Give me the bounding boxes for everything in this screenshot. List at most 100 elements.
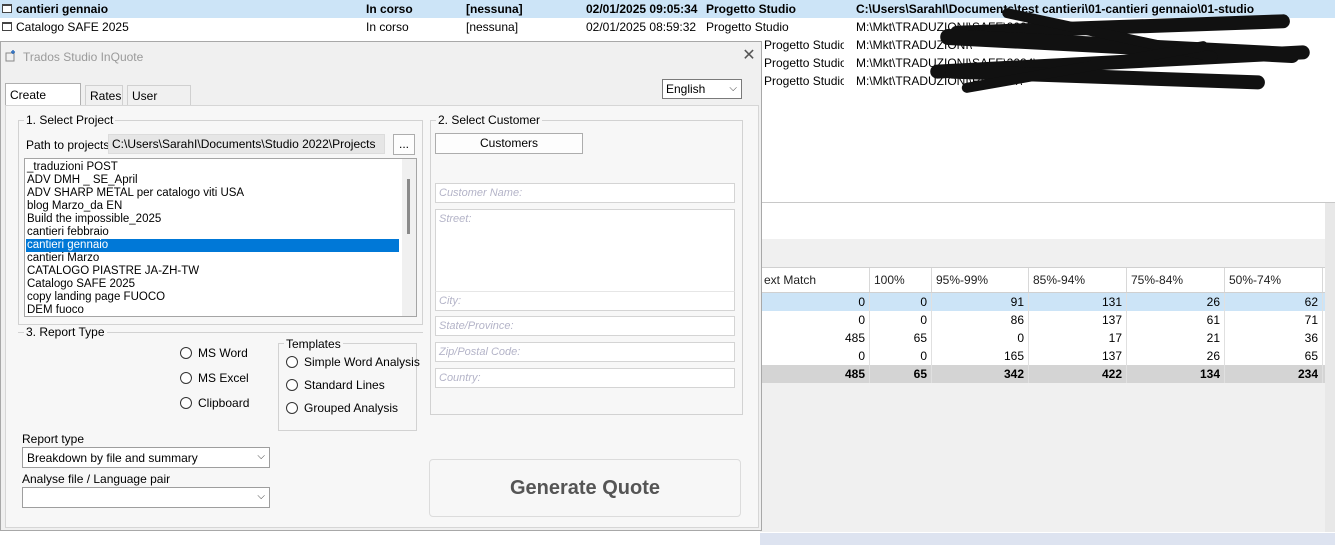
- grid-horizontal-scrollbar[interactable]: [760, 533, 1335, 545]
- dialog-titlebar[interactable]: Trados Studio InQuote ✕: [1, 42, 761, 72]
- project-status: In corso: [366, 2, 413, 16]
- street-placeholder: Street:: [439, 213, 472, 225]
- grid-header-cell[interactable]: 50%-74%: [1225, 268, 1323, 292]
- grid-cell: 26: [1127, 347, 1225, 365]
- grid-header: ext Match 100% 95%-99% 85%-94% 75%-84% 5…: [760, 267, 1335, 293]
- grid-cell: 0: [870, 293, 932, 311]
- standard-lines-label: Standard Lines: [304, 378, 385, 392]
- path-label: Path to projects:: [26, 138, 113, 152]
- city-field[interactable]: City:: [435, 291, 735, 311]
- grid-cell: 65: [870, 329, 932, 347]
- grid-cell: 485: [760, 365, 870, 383]
- project-list-item[interactable]: copy landing page FUOCO: [26, 291, 399, 304]
- country-field[interactable]: Country:: [435, 368, 735, 388]
- grid-row[interactable]: 0 0 86 137 61 71: [760, 311, 1335, 329]
- dialog-title: Trados Studio InQuote: [23, 50, 144, 64]
- grid-cell: 61: [1127, 311, 1225, 329]
- grid-cell: 91: [932, 293, 1029, 311]
- project-list-item[interactable]: ADV DMH _ SE_April: [26, 174, 399, 187]
- tab-user-details[interactable]: User Details: [127, 85, 191, 123]
- grid-cell: 71: [1225, 311, 1323, 329]
- simple-word-analysis-radio[interactable]: [286, 356, 298, 368]
- tab-create-quote[interactable]: Create Quote: [5, 83, 81, 124]
- inquote-dialog: Trados Studio InQuote ✕ English ⌵ Create…: [0, 41, 762, 531]
- browse-button[interactable]: ...: [393, 134, 415, 155]
- language-select[interactable]: English ⌵: [662, 79, 742, 99]
- project-list-item[interactable]: cantieri febbraio: [26, 226, 399, 239]
- grid-row[interactable]: 485 65 0 17 21 36: [760, 329, 1335, 347]
- city-placeholder: City:: [439, 295, 461, 307]
- grid-header-cell[interactable]: 95%-99%: [932, 268, 1029, 292]
- grid-cell: 65: [870, 365, 932, 383]
- state-placeholder: State/Province:: [439, 320, 514, 332]
- report-type-label: Report type: [22, 432, 85, 446]
- project-list-item[interactable]: cantieri Marzo: [26, 252, 399, 265]
- project-client: [nessuna]: [466, 20, 519, 34]
- grid-cell: 422: [1029, 365, 1127, 383]
- zip-field[interactable]: Zip/Postal Code:: [435, 342, 735, 362]
- report-type-select[interactable]: Breakdown by file and summary ⌵: [22, 447, 270, 468]
- project-list-item[interactable]: CATALOGO PIASTRE JA-ZH-TW: [26, 265, 399, 278]
- grid-cell: 26: [1127, 293, 1225, 311]
- project-row[interactable]: cantieri gennaio In corso [nessuna] 02/0…: [0, 0, 1335, 18]
- generate-quote-button[interactable]: Generate Quote: [429, 459, 741, 517]
- grid-cell: 234: [1225, 365, 1323, 383]
- analysis-grid: ext Match 100% 95%-99% 85%-94% 75%-84% 5…: [760, 202, 1335, 545]
- project-status: In corso: [366, 20, 409, 34]
- project-list-item[interactable]: Catalogo SAFE 2025: [26, 278, 399, 291]
- zip-placeholder: Zip/Postal Code:: [439, 346, 521, 358]
- grid-cell: 65: [1225, 347, 1323, 365]
- clipboard-radio[interactable]: [180, 397, 192, 409]
- grid-cell: 137: [1029, 347, 1127, 365]
- grid-cell: 165: [932, 347, 1029, 365]
- analyse-file-select[interactable]: ⌵: [22, 487, 270, 508]
- report-type-heading: 3. Report Type: [24, 325, 107, 339]
- project-list-item[interactable]: Build the impossible_2025: [26, 213, 399, 226]
- project-client: [nessuna]: [466, 2, 523, 16]
- project-list-item[interactable]: DEM fuoco: [26, 304, 399, 316]
- path-input[interactable]: C:\Users\SarahI\Documents\Studio 2022\Pr…: [108, 134, 385, 154]
- project-file-icon: [2, 22, 12, 31]
- grid-row[interactable]: 0 0 165 137 26 65: [760, 347, 1335, 365]
- grid-cell: 62: [1225, 293, 1323, 311]
- grid-cell: 17: [1029, 329, 1127, 347]
- close-icon[interactable]: ✕: [739, 46, 759, 66]
- grouped-analysis-radio[interactable]: [286, 402, 298, 414]
- customer-name-placeholder: Customer Name:: [439, 187, 523, 199]
- grid-header-cell[interactable]: ext Match: [760, 268, 870, 292]
- grid-cell: 134: [1127, 365, 1225, 383]
- ms-excel-radio[interactable]: [180, 372, 192, 384]
- grid-cell: 137: [1029, 311, 1127, 329]
- grid-cell: 21: [1127, 329, 1225, 347]
- state-field[interactable]: State/Province:: [435, 316, 735, 336]
- grid-header-cell[interactable]: 100%: [870, 268, 932, 292]
- grid-total-row[interactable]: 485 65 342 422 134 234: [760, 365, 1335, 383]
- grid-row[interactable]: 0 0 91 131 26 62: [760, 293, 1335, 311]
- grid-cell: 0: [870, 347, 932, 365]
- language-value: English: [666, 82, 706, 96]
- customer-name-field[interactable]: Customer Name:: [435, 183, 735, 203]
- grid-cell: 0: [760, 311, 870, 329]
- project-list-item[interactable]: cantieri gennaio: [26, 239, 399, 252]
- grid-cell: 131: [1029, 293, 1127, 311]
- grid-cell: 342: [932, 365, 1029, 383]
- project-list-item[interactable]: ADV SHARP METAL per catalogo viti USA: [26, 187, 399, 200]
- customers-button[interactable]: Customers: [435, 133, 583, 154]
- listbox-scrollbar[interactable]: [402, 159, 416, 316]
- grid-header-cell[interactable]: 75%-84%: [1127, 268, 1225, 292]
- project-type: Progetto Studio: [764, 74, 844, 88]
- ms-word-label: MS Word: [198, 346, 248, 360]
- project-list-item[interactable]: _traduzioni POST: [26, 161, 399, 174]
- project-list-item[interactable]: blog Marzo_da EN: [26, 200, 399, 213]
- project-listbox[interactable]: _traduzioni POST ADV DMH _ SE_April ADV SH…: [24, 158, 417, 317]
- chevron-down-icon: ⌵: [257, 451, 265, 462]
- grid-cell: 86: [932, 311, 1029, 329]
- grid-scrollbar[interactable]: [1325, 203, 1335, 532]
- ms-word-radio[interactable]: [180, 347, 192, 359]
- standard-lines-radio[interactable]: [286, 379, 298, 391]
- grid-cell: 0: [760, 293, 870, 311]
- grid-header-cell[interactable]: 85%-94%: [1029, 268, 1127, 292]
- project-type: Progetto Studio: [764, 38, 844, 52]
- tab-rates[interactable]: Rates: [85, 85, 123, 105]
- select-customer-heading: 2. Select Customer: [436, 113, 543, 127]
